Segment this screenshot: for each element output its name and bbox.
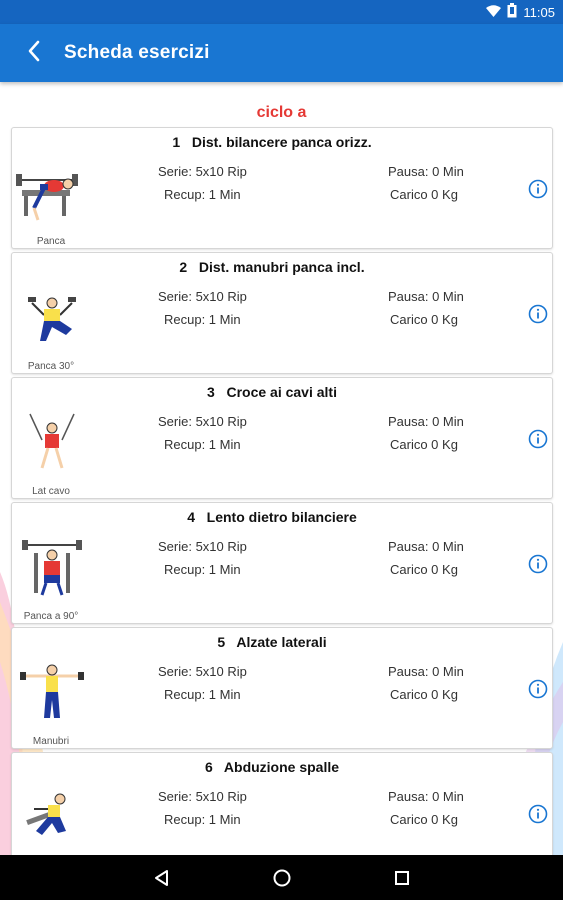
exercise-card[interactable]: 6 Abduzione spalle Serie: 5x10 Rip Recup… [11, 752, 553, 855]
exercise-number: 3 [207, 384, 215, 400]
wifi-icon [486, 4, 502, 20]
recup-value: Recup: 1 Min [164, 562, 241, 577]
nav-recents-button[interactable] [390, 866, 414, 890]
recup-value: Recup: 1 Min [164, 437, 241, 452]
exercise-name: Alzate laterali [236, 634, 327, 650]
navigation-bar [0, 855, 563, 900]
info-icon [528, 429, 548, 449]
nav-back-button[interactable] [150, 866, 174, 890]
exercise-number: 4 [187, 509, 195, 525]
serie-value: Serie: 5x10 Rip [158, 414, 247, 429]
equipment-label: Manubri [32, 736, 70, 747]
nav-home-button[interactable] [270, 866, 294, 890]
info-button[interactable] [528, 179, 548, 199]
exercise-title: 2 Dist. manubri panca incl. [82, 259, 462, 275]
info-button[interactable] [528, 304, 548, 324]
recup-value: Recup: 1 Min [164, 687, 241, 702]
exercise-illustration [14, 160, 90, 224]
info-icon [528, 804, 548, 824]
exercise-illustration [14, 535, 90, 599]
pausa-value: Pausa: 0 Min [388, 539, 464, 554]
serie-value: Serie: 5x10 Rip [158, 789, 247, 804]
pausa-value: Pausa: 0 Min [388, 289, 464, 304]
exercise-name: Abduzione spalle [223, 759, 340, 775]
exercise-title: 3 Croce ai cavi alti [82, 384, 462, 400]
pausa-value: Pausa: 0 Min [388, 789, 464, 804]
page-title: Scheda esercizi [64, 42, 210, 63]
exercise-illustration [14, 410, 90, 474]
pausa-value: Pausa: 0 Min [388, 414, 464, 429]
info-button[interactable] [528, 804, 548, 824]
recup-value: Recup: 1 Min [164, 812, 241, 827]
carico-value: Carico 0 Kg [390, 687, 458, 702]
exercise-name: Dist. bilancere panca orizz. [191, 134, 372, 150]
exercise-number: 1 [172, 134, 181, 150]
equipment-label: Panca 30° [27, 361, 75, 372]
info-icon [528, 679, 548, 699]
exercise-title: 4 Lento dietro bilanciere [82, 509, 462, 525]
equipment-label: Lat cavo [32, 486, 70, 497]
carico-value: Carico 0 Kg [390, 187, 458, 202]
carico-value: Carico 0 Kg [390, 312, 458, 327]
equipment-label: Panca [36, 236, 66, 247]
exercise-number: 6 [204, 759, 213, 775]
back-arrow-icon [27, 40, 41, 67]
info-icon [528, 179, 548, 199]
info-icon [528, 554, 548, 574]
pausa-value: Pausa: 0 Min [388, 164, 464, 179]
nav-back-icon [155, 870, 168, 886]
exercise-card[interactable]: 2 Dist. manubri panca incl. Panca 30° Se… [11, 252, 553, 374]
nav-recents-icon [395, 871, 409, 885]
exercise-number: 2 [179, 259, 188, 275]
back-button[interactable] [20, 38, 48, 68]
status-bar: 11:05 [0, 0, 563, 24]
info-button[interactable] [528, 554, 548, 574]
exercise-number: 5 [217, 634, 226, 650]
exercise-illustration [14, 660, 90, 724]
recup-value: Recup: 1 Min [164, 312, 241, 327]
carico-value: Carico 0 Kg [390, 812, 458, 827]
exercise-title: 5 Alzate laterali [82, 634, 462, 650]
exercise-card[interactable]: 1 Dist. bilancere panca orizz. Panca Ser… [11, 127, 553, 249]
carico-value: Carico 0 Kg [390, 562, 458, 577]
exercise-title: 6 Abduzione spalle [82, 759, 462, 775]
info-button[interactable] [528, 679, 548, 699]
info-button[interactable] [528, 429, 548, 449]
app-bar: Scheda esercizi [0, 24, 563, 82]
exercise-list[interactable]: ciclo a 1 Dist. bilancere panca orizz. P… [0, 82, 563, 855]
exercise-card[interactable]: 5 Alzate laterali Manubri Serie: 5x10 Ri… [11, 627, 553, 749]
battery-icon [507, 3, 517, 21]
exercise-name: Croce ai cavi alti [226, 384, 337, 400]
equipment-label: Panca a 90° [23, 611, 79, 622]
serie-value: Serie: 5x10 Rip [158, 289, 247, 304]
serie-value: Serie: 5x10 Rip [158, 664, 247, 679]
section-title: ciclo a [256, 104, 307, 121]
exercise-illustration [14, 285, 90, 349]
exercise-illustration [14, 785, 90, 849]
exercise-name: Dist. manubri panca incl. [198, 259, 365, 275]
serie-value: Serie: 5x10 Rip [158, 539, 247, 554]
exercise-title: 1 Dist. bilancere panca orizz. [82, 134, 462, 150]
recup-value: Recup: 1 Min [164, 187, 241, 202]
info-icon [528, 304, 548, 324]
status-time: 11:05 [523, 4, 555, 20]
exercise-card[interactable]: 4 Lento dietro bilanciere Panca a 90° Se… [11, 502, 553, 624]
exercise-name: Lento dietro bilanciere [206, 509, 357, 525]
nav-home-icon [273, 869, 291, 887]
exercise-card[interactable]: 3 Croce ai cavi alti Lat cavo Serie: 5x1… [11, 377, 553, 499]
serie-value: Serie: 5x10 Rip [158, 164, 247, 179]
pausa-value: Pausa: 0 Min [388, 664, 464, 679]
status-icons: 11:05 [486, 3, 555, 21]
carico-value: Carico 0 Kg [390, 437, 458, 452]
